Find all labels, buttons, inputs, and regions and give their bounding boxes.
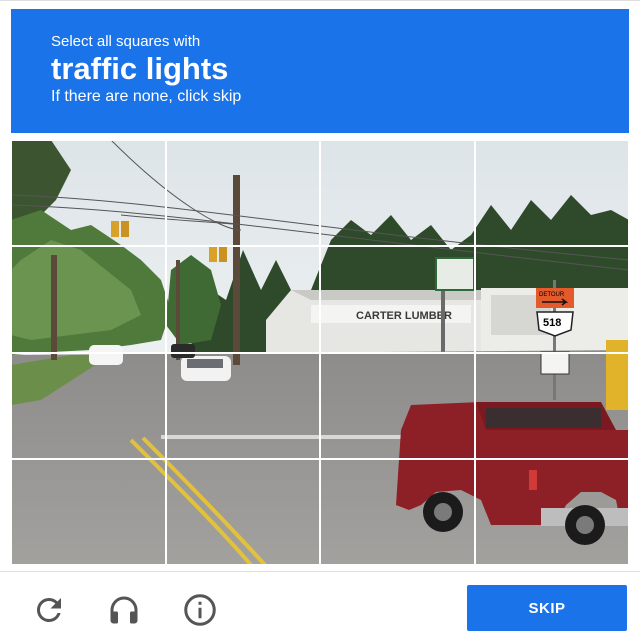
grid-tile-r4-c2[interactable] <box>164 457 321 565</box>
grid-tile-r3-c4[interactable] <box>473 351 629 460</box>
grid-tile-r1-c4[interactable] <box>473 140 629 248</box>
grid-tile-r2-c3[interactable] <box>319 245 476 354</box>
instruction-text: Select all squares with <box>51 33 201 50</box>
skip-button[interactable]: SKIP <box>467 585 627 631</box>
grid-tile-r4-c4[interactable] <box>473 457 629 565</box>
headphones-icon[interactable] <box>104 592 144 628</box>
tile-overlay <box>11 140 629 565</box>
reload-icon[interactable] <box>29 592 69 628</box>
grid-tile-r2-c1[interactable] <box>11 245 167 354</box>
challenge-header: Select all squares with traffic lights I… <box>11 9 629 133</box>
grid-tile-r4-c1[interactable] <box>11 457 167 565</box>
captcha-challenge: Select all squares with traffic lights I… <box>0 0 640 640</box>
info-icon[interactable] <box>180 592 220 628</box>
grid-tile-r2-c2[interactable] <box>164 245 321 354</box>
skip-hint: If there are none, click skip <box>51 88 242 105</box>
image-grid: CARTER LUMBER DETOUR 518 <box>11 140 629 565</box>
grid-tile-r1-c3[interactable] <box>319 140 476 248</box>
grid-tile-r1-c1[interactable] <box>11 140 167 248</box>
grid-tile-r2-c4[interactable] <box>473 245 629 354</box>
grid-tile-r3-c1[interactable] <box>11 351 167 460</box>
grid-tile-r4-c3[interactable] <box>319 457 476 565</box>
grid-tile-r3-c3[interactable] <box>319 351 476 460</box>
challenge-footer: SKIP <box>0 571 640 640</box>
grid-tile-r1-c2[interactable] <box>164 140 321 248</box>
target-keyword: traffic lights <box>51 51 229 86</box>
grid-tile-r3-c2[interactable] <box>164 351 321 460</box>
